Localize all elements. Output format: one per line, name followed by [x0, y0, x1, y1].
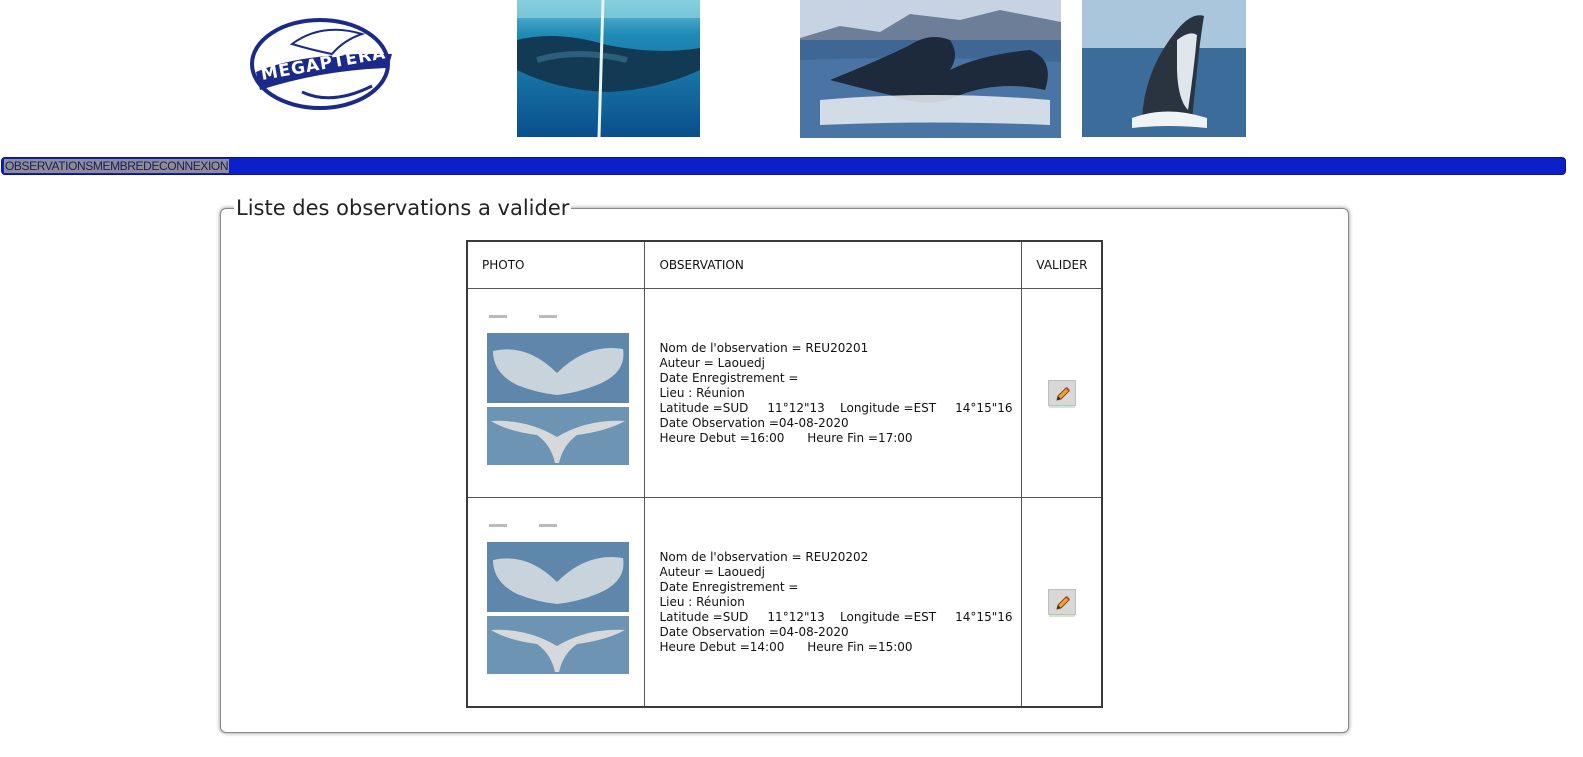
observations-table: PHOTO OBSERVATION VALIDER Nom de l'obser… [466, 240, 1103, 708]
main-navbar: OBSERVATIONS MEMBRE DECONNEXION [1, 157, 1566, 175]
observation-place: Lieu : Réunion [659, 594, 745, 609]
whale-fluke-thumbnail [487, 522, 629, 682]
megaptera-logo: MEGAPTERA [232, 14, 396, 114]
pencil-icon [1056, 387, 1070, 401]
observation-place: Lieu : Réunion [659, 385, 745, 400]
observation-cell: Nom de l'observation = REU20202 Auteur =… [644, 497, 1023, 708]
photo-cell [466, 288, 646, 498]
nav-membre-link[interactable]: MEMBRE [93, 159, 144, 173]
nav-observations-link[interactable]: OBSERVATIONS [5, 159, 93, 173]
table-row: Nom de l'observation = REU20201 Auteur =… [466, 288, 1103, 498]
valider-cell [1021, 497, 1103, 708]
whale-tail-photo [800, 0, 1061, 138]
validate-edit-button[interactable] [1047, 380, 1076, 408]
observation-times: Heure Debut =14:00 Heure Fin =15:00 [659, 639, 913, 654]
whale-fluke-thumbnail [487, 313, 629, 473]
underwater-whale-photo [517, 0, 700, 137]
validate-edit-button[interactable] [1047, 589, 1076, 617]
observation-author: Auteur = Laouedj [659, 355, 765, 370]
observation-name: Nom de l'observation = REU20202 [659, 549, 869, 564]
observation-date: Date Observation =04-08-2020 [659, 415, 849, 430]
observation-cell: Nom de l'observation = REU20201 Auteur =… [644, 288, 1023, 498]
nav-deconnexion-link[interactable]: DECONNEXION [143, 159, 228, 173]
table-row: Nom de l'observation = REU20202 Auteur =… [466, 497, 1103, 708]
pencil-icon [1056, 596, 1070, 610]
observation-coordinates: Latitude =SUD 11°12"13 Longitude =EST 14… [659, 400, 1013, 415]
column-header-observation: OBSERVATION [644, 240, 1023, 289]
observation-record-date: Date Enregistrement = [659, 370, 799, 385]
observation-name: Nom de l'observation = REU20201 [659, 340, 869, 355]
observation-coordinates: Latitude =SUD 11°12"13 Longitude =EST 14… [659, 609, 1013, 624]
photo-cell [466, 497, 646, 708]
valider-cell [1021, 288, 1103, 498]
observation-times: Heure Debut =16:00 Heure Fin =17:00 [659, 430, 913, 445]
breaching-whale-photo [1082, 0, 1246, 137]
table-header-row: PHOTO OBSERVATION VALIDER [466, 240, 1103, 289]
column-header-photo: PHOTO [466, 240, 646, 289]
observation-date: Date Observation =04-08-2020 [659, 624, 849, 639]
column-header-valider: VALIDER [1021, 240, 1103, 289]
nav-links: OBSERVATIONS MEMBRE DECONNEXION [4, 159, 230, 173]
header-banner: MEGAPTERA [0, 0, 1583, 150]
fieldset-legend: Liste des observations a valider [234, 195, 572, 221]
observation-author: Auteur = Laouedj [659, 564, 765, 579]
observation-record-date: Date Enregistrement = [659, 579, 799, 594]
